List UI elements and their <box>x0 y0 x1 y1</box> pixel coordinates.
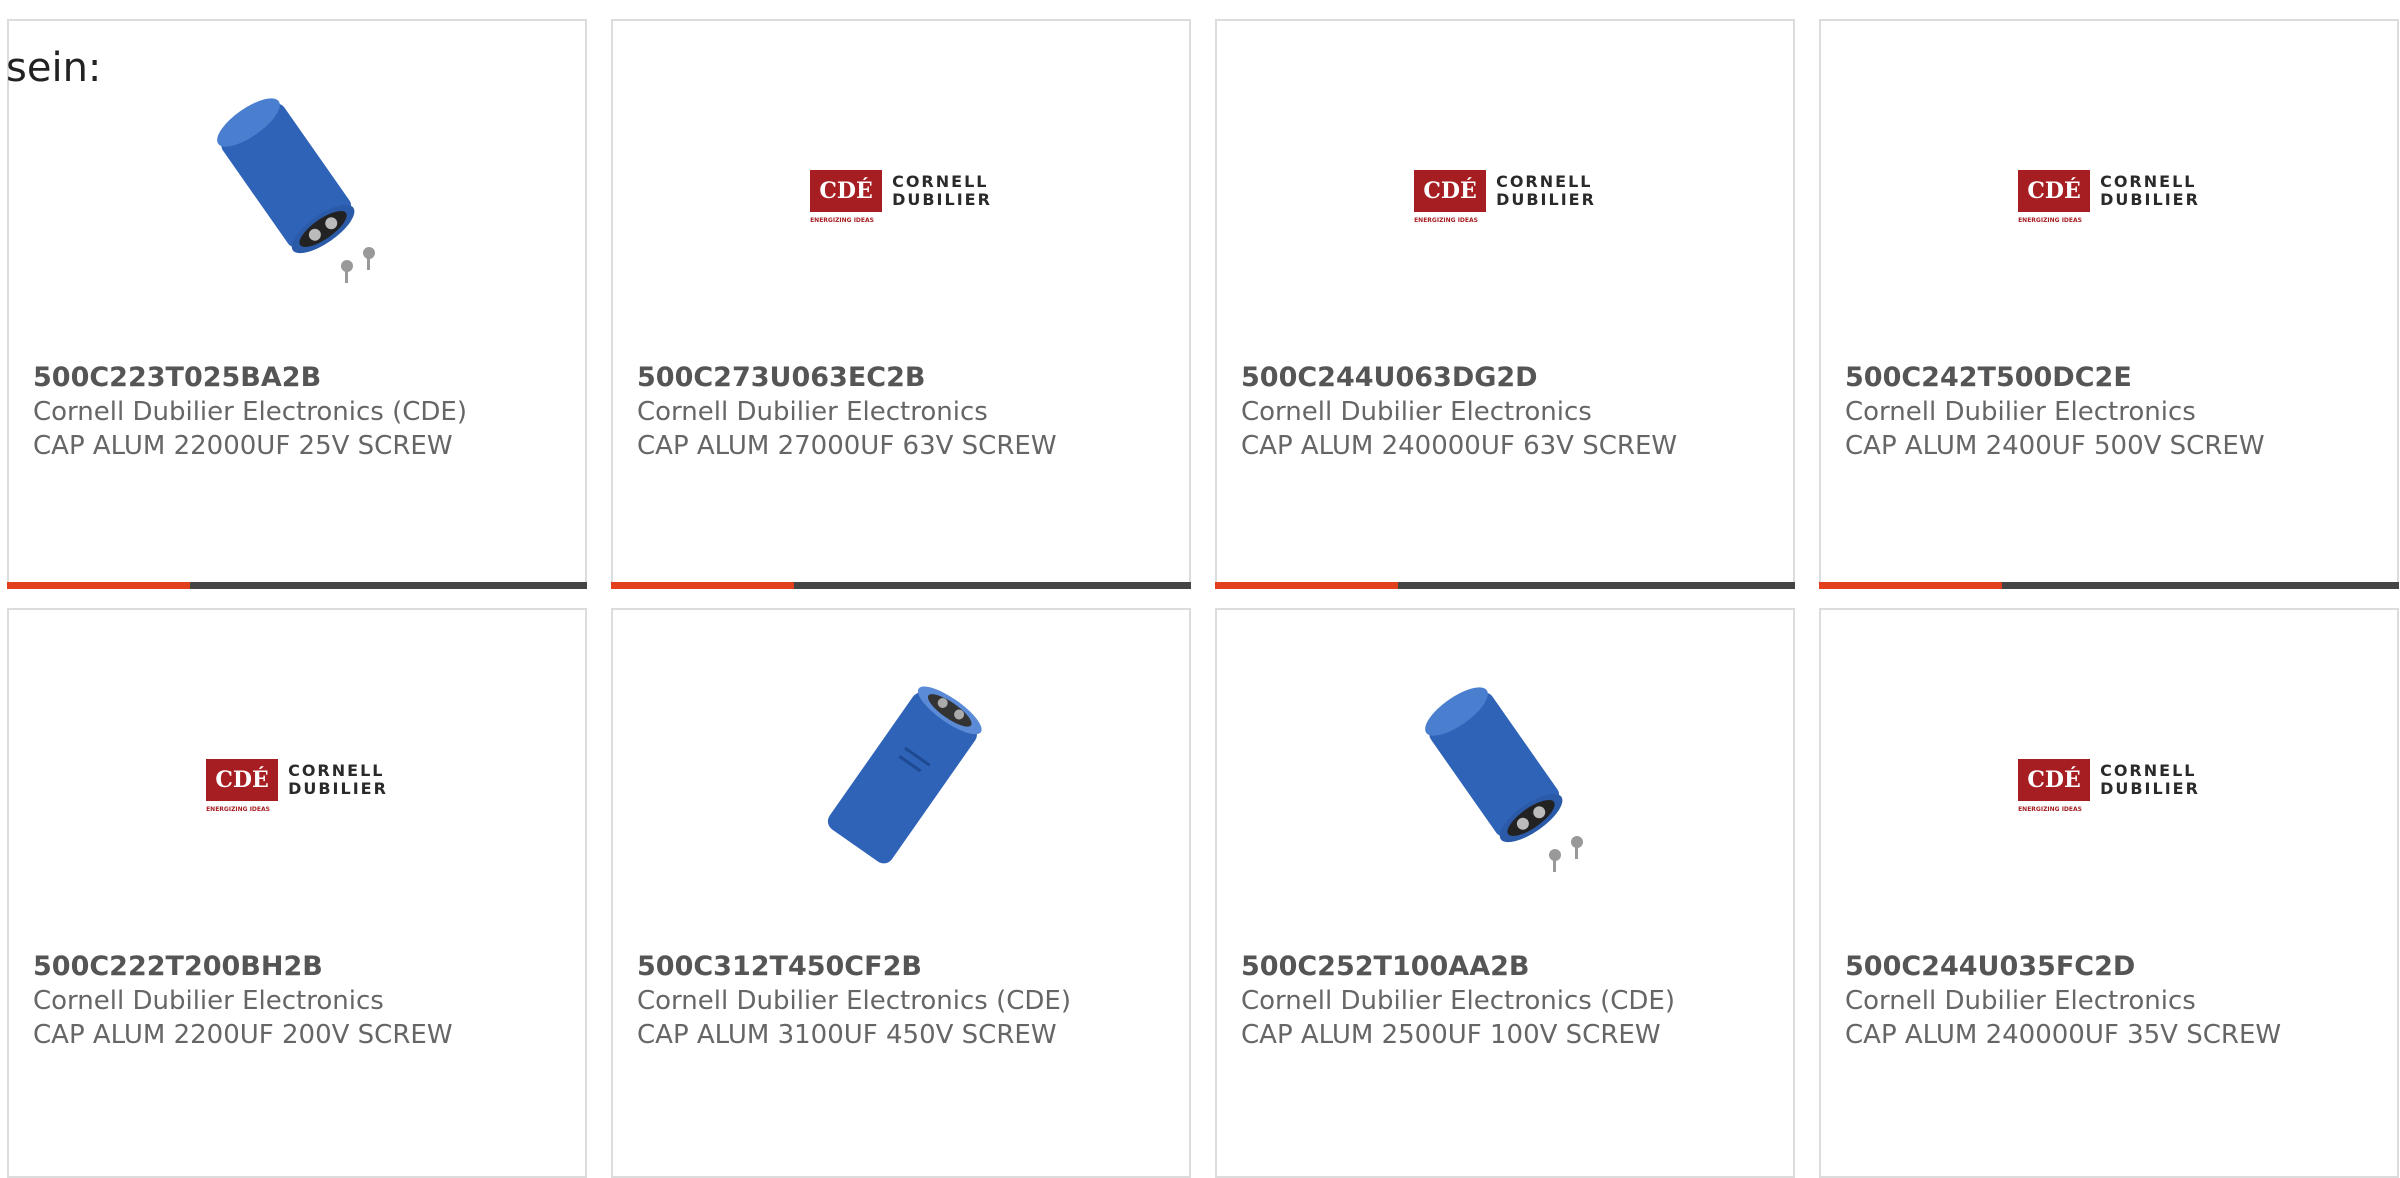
product-description: CAP ALUM 2200UF 200V SCREW <box>33 1020 453 1050</box>
product-image[interactable]: CDÉ ENERGIZING IDEAS CORNELL DUBILIER <box>2009 91 2209 291</box>
product-grid: 500C223T025BA2B Cornell Dubilier Electro… <box>7 19 2399 1178</box>
product-card[interactable]: 500C312T450CF2B Cornell Dubilier Electro… <box>611 608 1191 1178</box>
cde-logo: CDÉ ENERGIZING IDEAS CORNELL DUBILIER <box>2018 759 2200 813</box>
capacitor-image <box>217 98 375 283</box>
product-card[interactable]: 500C252T100AA2B Cornell Dubilier Electro… <box>1215 608 1795 1178</box>
logo-mark: CDÉ ENERGIZING IDEAS <box>2018 759 2091 813</box>
product-description: CAP ALUM 22000UF 25V SCREW <box>33 431 453 461</box>
logo-tagline: ENERGIZING IDEAS <box>2018 806 2082 813</box>
product-card[interactable]: CDÉ ENERGIZING IDEAS CORNELL DUBILIER 500C2… <box>1819 19 2399 589</box>
logo-tagline: ENERGIZING IDEAS <box>810 217 874 224</box>
product-description: CAP ALUM 240000UF 63V SCREW <box>1241 431 1678 461</box>
capacitor-image <box>827 686 982 864</box>
logo-tagline: ENERGIZING IDEAS <box>2018 217 2082 224</box>
product-card[interactable]: CDÉ ENERGIZING IDEAS CORNELL DUBILIER 500C2… <box>611 19 1191 589</box>
manufacturer-name: Cornell Dubilier Electronics (CDE) <box>33 397 467 427</box>
card-accent-bar <box>1819 582 2002 589</box>
logo-wordmark: CORNELL DUBILIER <box>1496 172 1596 209</box>
product-description: CAP ALUM 2400UF 500V SCREW <box>1845 431 2265 461</box>
capacitor-image <box>1425 687 1583 872</box>
logo-mark-text: CDÉ <box>1423 178 1477 204</box>
logo-wordmark: CORNELL DUBILIER <box>2100 761 2200 798</box>
part-number-link[interactable]: 500C312T450CF2B <box>637 950 1179 984</box>
logo-mark-text: CDÉ <box>2027 767 2081 793</box>
part-number-link[interactable]: 500C222T200BH2B <box>33 950 575 984</box>
part-number-link[interactable]: 500C223T025BA2B <box>33 361 575 395</box>
logo-mark: CDÉ ENERGIZING IDEAS <box>206 759 279 813</box>
logo-wordmark: CORNELL DUBILIER <box>2100 172 2200 209</box>
card-bottom-bar <box>1215 582 1795 589</box>
product-description: CAP ALUM 240000UF 35V SCREW <box>1845 1020 2282 1050</box>
product-image[interactable]: CDÉ ENERGIZING IDEAS CORNELL DUBILIER <box>2009 680 2209 880</box>
logo-mark: CDÉ ENERGIZING IDEAS <box>1414 170 1487 224</box>
manufacturer-name: Cornell Dubilier Electronics (CDE) <box>637 986 1071 1016</box>
logo-mark: CDÉ ENERGIZING IDEAS <box>810 170 883 224</box>
product-description: CAP ALUM 27000UF 63V SCREW <box>637 431 1057 461</box>
product-card[interactable]: CDÉ ENERGIZING IDEAS CORNELL DUBILIER 500C2… <box>1215 19 1795 589</box>
product-description: CAP ALUM 2500UF 100V SCREW <box>1241 1020 1661 1050</box>
part-number-link[interactable]: 500C273U063EC2B <box>637 361 1179 395</box>
manufacturer-name: Cornell Dubilier Electronics <box>637 397 988 427</box>
logo-wordmark: CORNELL DUBILIER <box>892 172 992 209</box>
part-number-link[interactable]: 500C244U063DG2D <box>1241 361 1783 395</box>
manufacturer-name: Cornell Dubilier Electronics <box>1845 986 2196 1016</box>
product-image[interactable] <box>1405 680 1605 880</box>
logo-mark-text: CDÉ <box>819 178 873 204</box>
product-image[interactable] <box>197 91 397 291</box>
manufacturer-name: Cornell Dubilier Electronics <box>1241 397 1592 427</box>
product-card[interactable]: CDÉ ENERGIZING IDEAS CORNELL DUBILIER 500C2… <box>7 608 587 1178</box>
logo-wordmark: CORNELL DUBILIER <box>288 761 388 798</box>
manufacturer-name: Cornell Dubilier Electronics <box>33 986 384 1016</box>
logo-mark: CDÉ ENERGIZING IDEAS <box>2018 170 2091 224</box>
manufacturer-name: Cornell Dubilier Electronics <box>1845 397 2196 427</box>
intro-text: sein: <box>6 45 102 91</box>
card-accent-bar <box>611 582 794 589</box>
part-number-link[interactable]: 500C244U035FC2D <box>1845 950 2387 984</box>
product-image[interactable]: CDÉ ENERGIZING IDEAS CORNELL DUBILIER <box>197 680 397 880</box>
card-bottom-bar <box>611 582 1191 589</box>
product-image[interactable]: CDÉ ENERGIZING IDEAS CORNELL DUBILIER <box>801 91 1001 291</box>
product-description: CAP ALUM 3100UF 450V SCREW <box>637 1020 1057 1050</box>
logo-mark-text: CDÉ <box>215 767 269 793</box>
product-card[interactable]: CDÉ ENERGIZING IDEAS CORNELL DUBILIER 500C2… <box>1819 608 2399 1178</box>
product-image[interactable] <box>801 680 1001 880</box>
logo-tagline: ENERGIZING IDEAS <box>206 806 270 813</box>
manufacturer-name: Cornell Dubilier Electronics (CDE) <box>1241 986 1675 1016</box>
product-card[interactable]: 500C223T025BA2B Cornell Dubilier Electro… <box>7 19 587 589</box>
card-bottom-bar <box>1819 582 2399 589</box>
logo-tagline: ENERGIZING IDEAS <box>1414 217 1478 224</box>
cde-logo: CDÉ ENERGIZING IDEAS CORNELL DUBILIER <box>2018 170 2200 224</box>
card-bottom-bar <box>7 582 587 589</box>
product-image[interactable]: CDÉ ENERGIZING IDEAS CORNELL DUBILIER <box>1405 91 1605 291</box>
card-accent-bar <box>1215 582 1398 589</box>
cde-logo: CDÉ ENERGIZING IDEAS CORNELL DUBILIER <box>206 759 388 813</box>
cde-logo: CDÉ ENERGIZING IDEAS CORNELL DUBILIER <box>810 170 992 224</box>
cde-logo: CDÉ ENERGIZING IDEAS CORNELL DUBILIER <box>1414 170 1596 224</box>
part-number-link[interactable]: 500C252T100AA2B <box>1241 950 1783 984</box>
card-accent-bar <box>7 582 190 589</box>
part-number-link[interactable]: 500C242T500DC2E <box>1845 361 2387 395</box>
logo-mark-text: CDÉ <box>2027 178 2081 204</box>
